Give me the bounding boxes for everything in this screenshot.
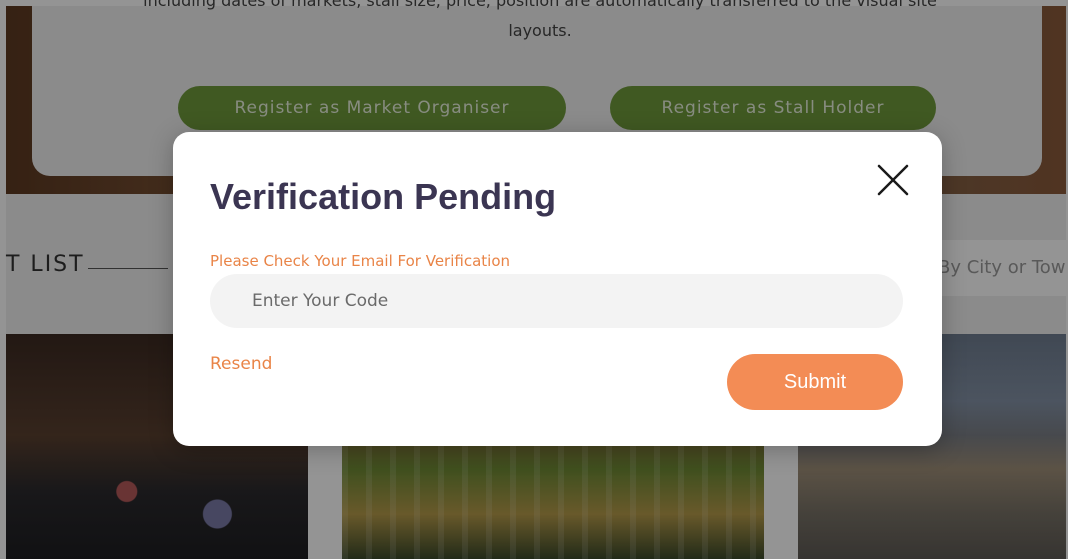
modal-title: Verification Pending — [210, 176, 557, 217]
verification-modal: Verification Pending Please Check Your E… — [173, 132, 942, 446]
close-button[interactable] — [873, 160, 913, 200]
verification-instruction: Please Check Your Email For Verification — [210, 252, 511, 270]
close-icon — [877, 164, 909, 196]
submit-button[interactable]: Submit — [727, 354, 903, 410]
page: including dates of markets, stall size, … — [0, 0, 1068, 559]
verification-code-input[interactable] — [210, 274, 903, 328]
resend-link[interactable]: Resend — [210, 354, 272, 374]
